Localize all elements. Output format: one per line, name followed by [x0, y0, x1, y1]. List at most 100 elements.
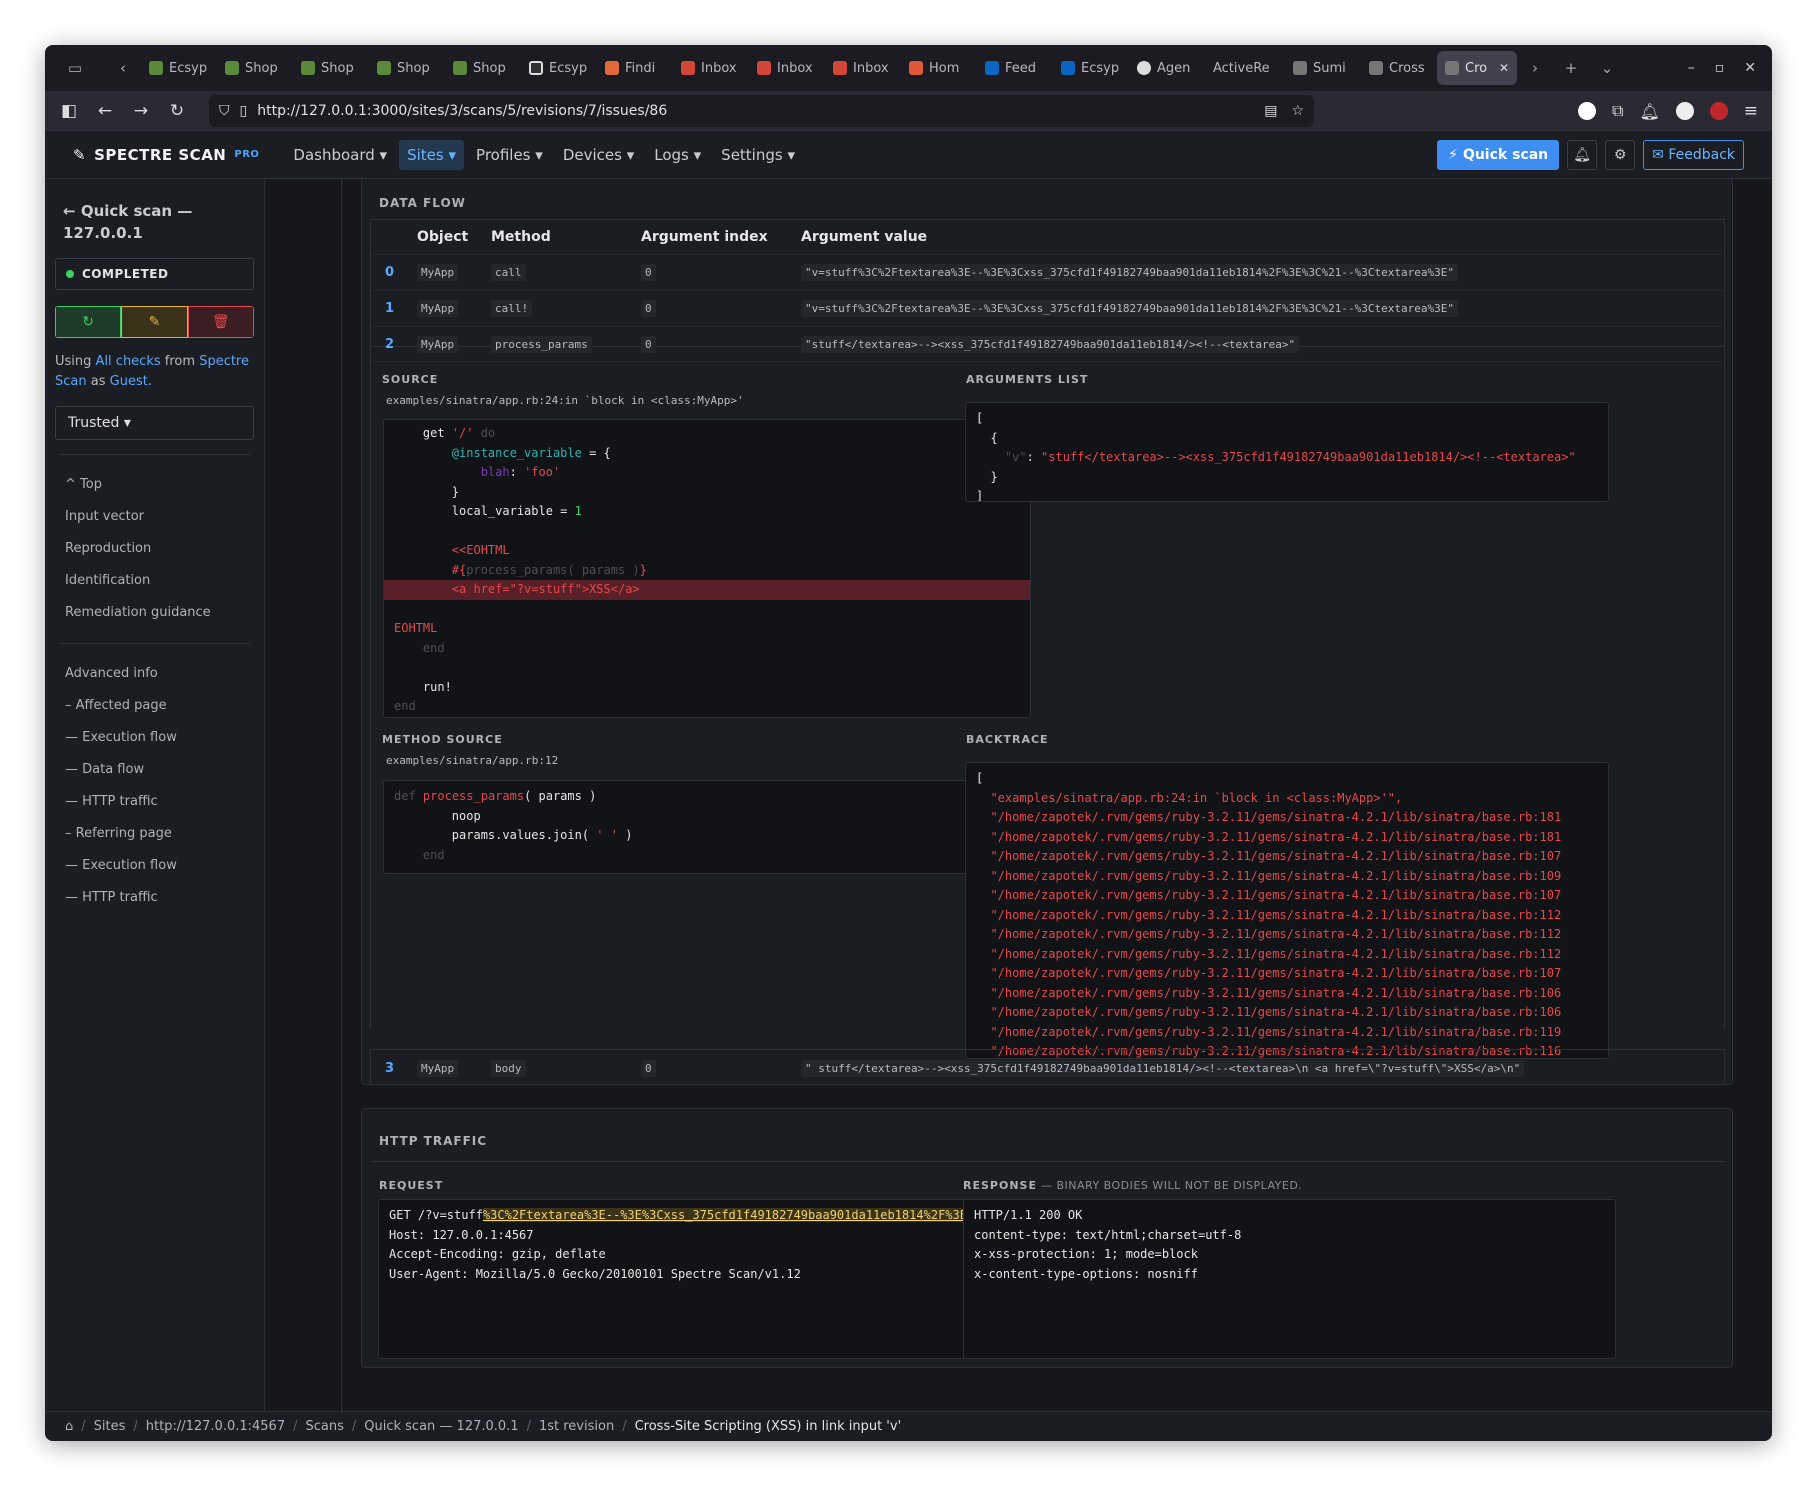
- status-badge: COMPLETED: [55, 258, 254, 290]
- shield-icon[interactable]: ⛉: [219, 103, 230, 119]
- breadcrumb-scans[interactable]: Scans: [305, 1419, 343, 1434]
- close-window-icon[interactable]: ✕: [1744, 60, 1756, 76]
- nav-referring-http-traffic[interactable]: — HTTP traffic: [55, 882, 254, 914]
- forward-icon[interactable]: →: [123, 95, 159, 127]
- method-source-code: def process_params( params ) noop params…: [383, 780, 1031, 874]
- nav-advanced-info[interactable]: Advanced info: [55, 658, 254, 690]
- notification-extension-icon[interactable]: 🔔︎: [1639, 102, 1659, 121]
- breadcrumb-sites[interactable]: Sites: [94, 1419, 126, 1434]
- breadcrumb-revision[interactable]: 1st revision: [539, 1419, 614, 1434]
- feedback-button[interactable]: ✉ Feedback: [1643, 139, 1744, 170]
- browser-tab[interactable]: Ecsyp: [1053, 51, 1129, 85]
- backtrace-list: [ "examples/sinatra/app.rb:24:in `block …: [965, 762, 1609, 1059]
- minimize-icon[interactable]: –: [1688, 60, 1695, 76]
- list-tabs-icon[interactable]: ⌄: [1589, 53, 1625, 83]
- nav-http-traffic[interactable]: — HTTP traffic: [55, 786, 254, 818]
- bookmark-star-icon[interactable]: ☆: [1291, 103, 1304, 119]
- table-row[interactable]: 3 MyApp body 0 " stuff</textarea>--><xss…: [371, 1050, 1724, 1086]
- back-arrow-icon[interactable]: ←: [63, 202, 76, 220]
- nav-identification[interactable]: Identification: [55, 565, 254, 597]
- nav-data-flow[interactable]: — Data flow: [55, 754, 254, 786]
- backtrace-line: "/home/zapotek/.rvm/gems/ruby-3.2.11/gem…: [990, 810, 1562, 824]
- browser-tab[interactable]: Ecsyp: [141, 51, 217, 85]
- notifications-button[interactable]: 🔔︎: [1567, 139, 1598, 170]
- trust-select[interactable]: Trusted ▾: [55, 406, 254, 440]
- quick-scan-button[interactable]: ⚡ Quick scan: [1437, 139, 1560, 170]
- browser-tab[interactable]: Agen: [1129, 51, 1205, 85]
- browser-tab[interactable]: Cross: [1361, 51, 1437, 85]
- browser-tab[interactable]: Inbox: [673, 51, 749, 85]
- nav-execution-flow[interactable]: — Execution flow: [55, 722, 254, 754]
- source-location: examples/sinatra/app.rb:24:in `block in …: [386, 394, 744, 407]
- envelope-icon: ✉: [1652, 146, 1664, 163]
- row-method: call: [491, 264, 526, 281]
- main-menu: Dashboard ▾ Sites ▾ Profiles ▾ Devices ▾…: [285, 139, 803, 170]
- browser-tab[interactable]: ActiveRe: [1205, 51, 1285, 85]
- nav-affected-page[interactable]: – Affected page: [55, 690, 254, 722]
- rescan-button[interactable]: ↻: [55, 306, 122, 338]
- browser-tab[interactable]: Feed: [977, 51, 1053, 85]
- url-bar[interactable]: ⛉ ▯ http://127.0.0.1:3000/sites/3/scans/…: [209, 95, 1314, 127]
- browser-tab[interactable]: Findi: [597, 51, 673, 85]
- nav-referring-execution-flow[interactable]: — Execution flow: [55, 850, 254, 882]
- browser-tab[interactable]: Shop: [445, 51, 521, 85]
- maximize-icon[interactable]: ▫: [1715, 60, 1725, 76]
- ublock-icon[interactable]: [1709, 102, 1728, 120]
- sync-icon[interactable]: [1675, 102, 1694, 120]
- menu-hamburger-icon[interactable]: ≡: [1744, 101, 1758, 121]
- menu-sites[interactable]: Sites ▾: [399, 139, 465, 170]
- new-tab-icon[interactable]: +: [1553, 53, 1589, 83]
- nav-reproduction[interactable]: Reproduction: [55, 533, 254, 565]
- scan-title[interactable]: ← Quick scan — 127.0.0.1: [63, 200, 254, 244]
- url-text[interactable]: http://127.0.0.1:3000/sites/3/scans/5/re…: [257, 103, 1254, 119]
- scroll-tabs-right-icon[interactable]: ›: [1517, 53, 1553, 83]
- reader-view-icon[interactable]: ▤: [1264, 103, 1277, 119]
- back-icon[interactable]: ←: [87, 95, 123, 127]
- tab-label: Ecsyp: [549, 60, 588, 76]
- menu-dashboard[interactable]: Dashboard ▾: [285, 140, 395, 170]
- edit-button[interactable]: ✎: [121, 306, 188, 338]
- nav-remediation[interactable]: Remediation guidance: [55, 597, 254, 629]
- response-header-line: x-xss-protection: 1; mode=block: [974, 1247, 1198, 1261]
- extension-a-icon[interactable]: [1578, 102, 1596, 120]
- menu-profiles[interactable]: Profiles ▾: [468, 140, 551, 170]
- table-row[interactable]: 0 MyApp call 0 "v=stuff%3C%2Ftextarea%3E…: [371, 254, 1724, 290]
- browser-tab[interactable]: Shop: [293, 51, 369, 85]
- sidebar-toggle-icon[interactable]: ◧: [51, 95, 87, 127]
- delete-button[interactable]: 🗑︎: [187, 306, 254, 338]
- nav-input-vector[interactable]: Input vector: [55, 501, 254, 533]
- all-checks-link[interactable]: All checks: [96, 354, 161, 369]
- browser-tab[interactable]: Inbox: [825, 51, 901, 85]
- close-tab-icon[interactable]: ✕: [1499, 61, 1509, 75]
- browser-tab[interactable]: Inbox: [749, 51, 825, 85]
- brand-logo[interactable]: ✎ SPECTRE SCAN PRO: [73, 146, 259, 164]
- menu-logs[interactable]: Logs ▾: [646, 140, 709, 170]
- breadcrumb-scan[interactable]: Quick scan — 127.0.0.1: [364, 1419, 518, 1434]
- reload-icon[interactable]: ↻: [159, 95, 195, 127]
- menu-devices[interactable]: Devices ▾: [555, 140, 642, 170]
- backtrace-line: "/home/zapotek/.rvm/gems/ruby-3.2.11/gem…: [990, 829, 1562, 844]
- browser-tab[interactable]: Shop: [217, 51, 293, 85]
- guest-link[interactable]: Guest.: [110, 374, 152, 389]
- nav-top[interactable]: ^ Top: [55, 469, 254, 501]
- browser-tab[interactable]: Ecsyp: [521, 51, 597, 85]
- brand-badge: PRO: [234, 149, 260, 160]
- row-index: 1: [385, 301, 395, 316]
- menu-settings[interactable]: Settings ▾: [713, 140, 803, 170]
- theme-button[interactable]: ⚙: [1605, 139, 1636, 170]
- home-icon[interactable]: ⌂: [65, 1419, 73, 1434]
- browser-tab-active[interactable]: Cro ✕: [1437, 51, 1517, 85]
- backtrace-line: "/home/zapotek/.rvm/gems/ruby-3.2.11/gem…: [990, 1005, 1562, 1019]
- nav-referring-page[interactable]: – Referring page: [55, 818, 254, 850]
- backtrace-line: "/home/zapotek/.rvm/gems/ruby-3.2.11/gem…: [990, 966, 1562, 980]
- table-row[interactable]: 1 MyApp call! 0 "v=stuff%3C%2Ftextarea%3…: [371, 290, 1724, 326]
- scroll-tabs-left-icon[interactable]: ‹: [105, 53, 141, 83]
- browser-tab[interactable]: Hom: [901, 51, 977, 85]
- tab-manager-icon[interactable]: ▭: [45, 53, 105, 83]
- browser-tab[interactable]: Shop: [369, 51, 445, 85]
- response-body: HTTP/1.1 200 OK content-type: text/html;c…: [963, 1199, 1616, 1359]
- extensions-puzzle-icon[interactable]: ⧉: [1612, 101, 1623, 121]
- browser-tab[interactable]: Sumi: [1285, 51, 1361, 85]
- breadcrumb-site[interactable]: http://127.0.0.1:4567: [146, 1419, 285, 1434]
- request-body: GET /?v=stuff%3C%2Ftextarea%3E--%3E%3Cxs…: [378, 1199, 1026, 1359]
